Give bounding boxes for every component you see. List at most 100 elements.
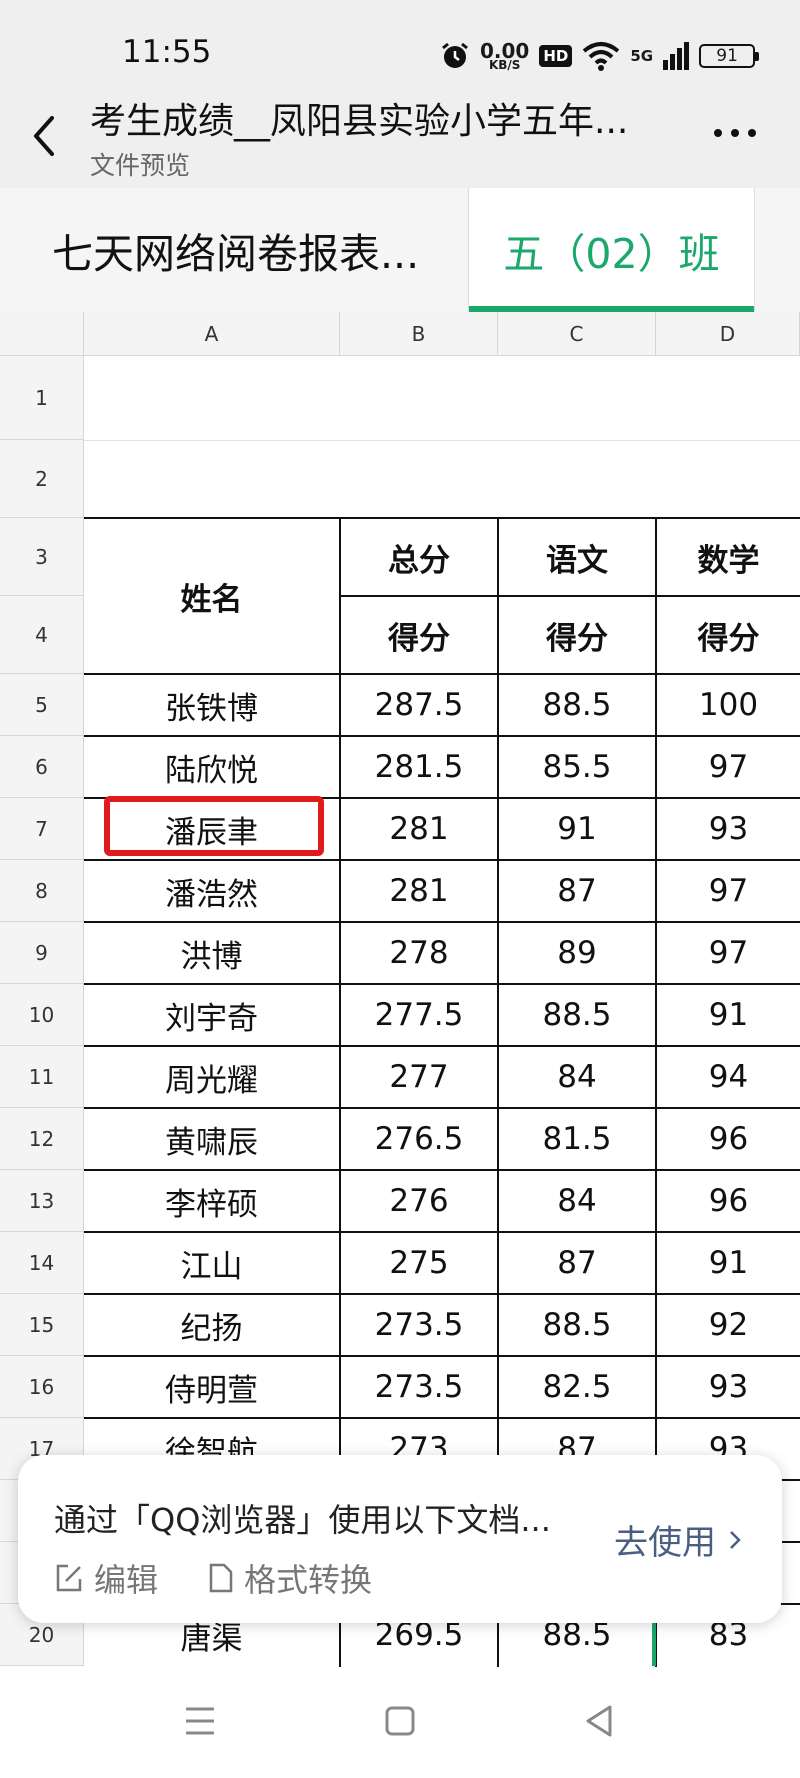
- back-arrow-icon[interactable]: [24, 108, 64, 164]
- header-chinese[interactable]: 语文: [499, 519, 655, 595]
- row-header[interactable]: 2: [0, 440, 84, 518]
- cell-total[interactable]: 273.5: [341, 1295, 497, 1355]
- cell-name[interactable]: 周光耀: [84, 1047, 339, 1107]
- header-name[interactable]: 姓名: [84, 519, 339, 673]
- cell-chinese[interactable]: 88.5: [499, 675, 655, 735]
- row-header[interactable]: 10: [0, 984, 84, 1046]
- hd-badge: HD: [539, 45, 573, 67]
- cell-math[interactable]: 92: [657, 1295, 800, 1355]
- row-header[interactable]: 11: [0, 1046, 84, 1108]
- cell-chinese[interactable]: 84: [499, 1171, 655, 1231]
- cell-name[interactable]: 洪博: [84, 923, 339, 983]
- row-header[interactable]: 1: [0, 356, 84, 440]
- row-header[interactable]: 7: [0, 798, 84, 860]
- cell-name[interactable]: 纪扬: [84, 1295, 339, 1355]
- cell-chinese[interactable]: 88.5: [499, 985, 655, 1045]
- cell-math[interactable]: 97: [657, 923, 800, 983]
- row-header[interactable]: 16: [0, 1356, 84, 1418]
- cell-math[interactable]: 91: [657, 985, 800, 1045]
- document-icon: [209, 1563, 233, 1593]
- corner-cell[interactable]: [0, 312, 84, 356]
- cell-math[interactable]: 96: [657, 1171, 800, 1231]
- header-total[interactable]: 总分: [341, 519, 497, 595]
- open-with-banner[interactable]: 通过「QQ浏览器」使用以下文档... 编辑 格式转换 去使用: [18, 1455, 782, 1623]
- cell-chinese[interactable]: 88.5: [499, 1295, 655, 1355]
- cell-name[interactable]: 侍明萱: [84, 1357, 339, 1417]
- cell-total[interactable]: 275: [341, 1233, 497, 1293]
- cell-name[interactable]: 刘宇奇: [84, 985, 339, 1045]
- cell-math[interactable]: 93: [657, 799, 800, 859]
- gridline: [84, 440, 800, 441]
- cell-total[interactable]: 281: [341, 861, 497, 921]
- cell-name[interactable]: 江山: [84, 1233, 339, 1293]
- cell-chinese[interactable]: 84: [499, 1047, 655, 1107]
- system-nav-bar: [0, 1667, 800, 1778]
- cell-total[interactable]: 278: [341, 923, 497, 983]
- row-header[interactable]: 13: [0, 1170, 84, 1232]
- edit-button[interactable]: 编辑: [54, 1555, 158, 1601]
- edit-icon: [56, 1564, 82, 1592]
- status-icons: 0.00 KB/S HD 5G 91: [440, 36, 760, 76]
- row-header[interactable]: 12: [0, 1108, 84, 1170]
- cell-name[interactable]: 李梓硕: [84, 1171, 339, 1231]
- row-header[interactable]: 6: [0, 736, 84, 798]
- network-type: 5G: [630, 47, 654, 65]
- wifi-icon: [583, 42, 620, 71]
- convert-format-button[interactable]: 格式转换: [208, 1555, 372, 1601]
- cell-math[interactable]: 97: [657, 861, 800, 921]
- cell-total[interactable]: 281: [341, 799, 497, 859]
- cell-name[interactable]: 潘浩然: [84, 861, 339, 921]
- column-header-a[interactable]: A: [84, 312, 340, 356]
- cell-chinese[interactable]: 82.5: [499, 1357, 655, 1417]
- cell-total[interactable]: 277.5: [341, 985, 497, 1045]
- row-header[interactable]: 15: [0, 1294, 84, 1356]
- row-header[interactable]: 14: [0, 1232, 84, 1294]
- row-header[interactable]: 4: [0, 596, 84, 674]
- row-header[interactable]: 9: [0, 922, 84, 984]
- battery-indicator: 91: [699, 44, 760, 68]
- back-icon[interactable]: [576, 1697, 624, 1745]
- row-header[interactable]: 3: [0, 518, 84, 596]
- row-header[interactable]: 8: [0, 860, 84, 922]
- cell-chinese[interactable]: 87: [499, 1233, 655, 1293]
- cell-chinese[interactable]: 89: [499, 923, 655, 983]
- header-score[interactable]: 得分: [499, 597, 655, 673]
- cell-total[interactable]: 287.5: [341, 675, 497, 735]
- row-header[interactable]: 5: [0, 674, 84, 736]
- cell-math[interactable]: 97: [657, 737, 800, 797]
- header-math[interactable]: 数学: [657, 519, 800, 595]
- menu-icon[interactable]: [176, 1697, 224, 1745]
- more-options-icon[interactable]: [710, 118, 760, 148]
- cell-chinese[interactable]: 85.5: [499, 737, 655, 797]
- cell-total[interactable]: 281.5: [341, 737, 497, 797]
- header-score[interactable]: 得分: [657, 597, 800, 673]
- column-header-b[interactable]: B: [340, 312, 498, 356]
- cell-chinese[interactable]: 87: [499, 861, 655, 921]
- home-icon[interactable]: [376, 1697, 424, 1745]
- cell-math[interactable]: 91: [657, 1233, 800, 1293]
- page-title: 考生成绩__凤阳县实验小学五年...: [90, 101, 629, 142]
- cell-math[interactable]: 100: [657, 675, 800, 735]
- cell-name[interactable]: 张铁博: [84, 675, 339, 735]
- signal-icon: [663, 42, 690, 70]
- tab-sheet-3[interactable]: [754, 188, 800, 312]
- go-use-button[interactable]: 去使用: [614, 1515, 742, 1564]
- cell-name[interactable]: 黄啸辰: [84, 1109, 339, 1169]
- cell-math[interactable]: 93: [657, 1357, 800, 1417]
- cell-total[interactable]: 277: [341, 1047, 497, 1107]
- column-header-d[interactable]: D: [656, 312, 800, 356]
- cell-chinese[interactable]: 91: [499, 799, 655, 859]
- cell-math[interactable]: 96: [657, 1109, 800, 1169]
- cell-chinese[interactable]: 81.5: [499, 1109, 655, 1169]
- column-header-c[interactable]: C: [498, 312, 656, 356]
- cell-math[interactable]: 94: [657, 1047, 800, 1107]
- cell-total[interactable]: 276.5: [341, 1109, 497, 1169]
- header-score[interactable]: 得分: [341, 597, 497, 673]
- cell-total[interactable]: 276: [341, 1171, 497, 1231]
- status-bar: 11:55 0.00 KB/S HD 5G 91: [0, 24, 800, 84]
- tab-sheet-2[interactable]: 五（02）班: [469, 188, 754, 312]
- top-bar: 11:55 0.00 KB/S HD 5G 91 考生成绩__凤阳县实验小学五年…: [0, 0, 800, 188]
- tab-sheet-1[interactable]: 七天网络阅卷报表...: [0, 188, 468, 312]
- cell-total[interactable]: 273.5: [341, 1357, 497, 1417]
- cell-name[interactable]: 陆欣悦: [84, 737, 339, 797]
